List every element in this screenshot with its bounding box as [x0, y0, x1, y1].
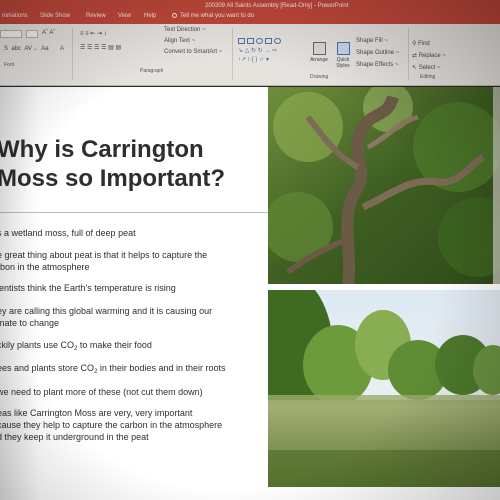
tell-me-placeholder: Tell me what you want to do: [180, 13, 255, 19]
align-icons[interactable]: ☰ ☰ ☰ ☰ ▤ ▤: [80, 44, 121, 51]
select-button[interactable]: ↖ Select ~: [412, 64, 441, 71]
shapes-gallery[interactable]: ↘ △ ↻ ↻ → ⇨ ↑↗ ≀ { } ☆ ▾: [238, 38, 296, 64]
arrange-button[interactable]: Arrange: [306, 42, 332, 63]
font-name-box[interactable]: [0, 30, 22, 38]
meadow-photo-image: [268, 290, 500, 487]
arrow-shapes-icons[interactable]: ↘ △ ↻ ↻ → ⇨: [238, 47, 277, 54]
font-color-icon[interactable]: A: [60, 46, 64, 52]
quick-styles-button[interactable]: Quick Styles: [332, 42, 354, 69]
find-label: Find: [418, 41, 430, 47]
window-title: 200309 All Saints Assembly [Read-Only] -…: [205, 3, 349, 9]
title-bar: 200309 All Saints Assembly [Read-Only] -…: [0, 0, 500, 24]
shape-effects-button[interactable]: Shape Effects ~: [356, 62, 398, 68]
lightbulb-icon: [172, 13, 177, 18]
meadow-photo[interactable]: [268, 290, 500, 487]
tree-photo[interactable]: [268, 87, 500, 284]
shape-outline-button[interactable]: Shape Outline ~: [356, 50, 399, 56]
convert-smartart-button[interactable]: Convert to SmartArt ~: [164, 49, 222, 55]
drawing-group-label: Drawing: [310, 74, 329, 80]
select-label: Select ~: [418, 65, 441, 71]
ribbon: Aˆ Aˇ S abc AV→ Aa A Font ≡ ≡ ⇤ ⇥ ↕ ☰ ☰ …: [0, 24, 500, 86]
title-divider: [0, 212, 305, 213]
tab-review[interactable]: Review: [86, 13, 106, 19]
tab-help[interactable]: Help: [144, 13, 156, 19]
rectangle-shape-icon[interactable]: [265, 38, 272, 44]
text-direction-button[interactable]: Text Direction ~: [164, 27, 206, 33]
tell-me-box[interactable]: Tell me what you want to do: [172, 13, 254, 19]
separator: [408, 28, 409, 80]
bullet-text: to make their food: [77, 340, 152, 350]
separator: [232, 28, 233, 80]
font-group-label: Font: [4, 62, 15, 68]
font-grow-icon[interactable]: Aˆ Aˇ: [42, 30, 55, 36]
rectangle-shape-icon[interactable]: [247, 38, 254, 44]
tab-slide-show[interactable]: Slide Show: [40, 13, 70, 19]
editing-group-label: Editing: [420, 74, 436, 80]
oval-shape-icon[interactable]: [274, 38, 281, 44]
bullet-text: in their bodies and in their roots: [97, 363, 226, 373]
replace-label: Replace ~: [418, 53, 446, 59]
arrange-label: Arrange: [310, 57, 328, 63]
misc-shapes-icons[interactable]: ↑↗ ≀ { } ☆ ▾: [238, 56, 269, 63]
tab-view[interactable]: View: [118, 13, 131, 19]
quick-styles-label: Quick Styles: [336, 57, 350, 69]
font-format-icons[interactable]: S abc AV→ Aa: [4, 46, 49, 52]
font-size-box[interactable]: [26, 30, 38, 38]
replace-icon: ⇄: [412, 53, 418, 59]
search-icon: ⚲: [412, 41, 417, 47]
oval-shape-icon[interactable]: [256, 38, 263, 44]
replace-button[interactable]: ⇄ Replace ~: [412, 52, 446, 59]
list-icons[interactable]: ≡ ≡ ⇤ ⇥ ↕: [80, 30, 107, 37]
find-button[interactable]: ⚲ Find: [412, 40, 430, 47]
paragraph-group-label: Paragraph: [140, 68, 164, 74]
tab-animations[interactable]: nimations: [2, 13, 28, 19]
tree-photo-image: [268, 87, 500, 284]
rectangle-shape-icon[interactable]: [238, 38, 245, 44]
shape-fill-button[interactable]: Shape Fill ~: [356, 38, 388, 44]
screen-shading: [0, 87, 40, 500]
separator: [72, 28, 73, 80]
cursor-icon: ↖: [412, 65, 418, 71]
align-text-button[interactable]: Align Text ~: [164, 38, 195, 44]
